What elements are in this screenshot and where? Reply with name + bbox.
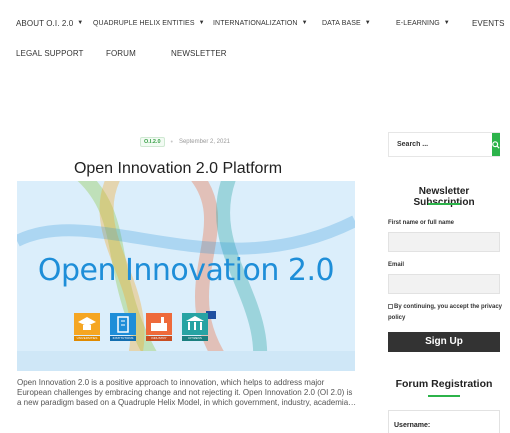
meta-separator: •	[170, 138, 173, 146]
helix-label: CITIZENS	[182, 336, 208, 341]
nav-item-about[interactable]: ABOUT O.I. 2.0 ▼	[16, 19, 83, 28]
consent-checkbox-row: By continuing, you accept the privacy po…	[388, 302, 504, 324]
university-icon: UNIVERSITIES	[74, 313, 100, 343]
nav-item-label: ABOUT O.I. 2.0	[16, 18, 74, 28]
chevron-down-icon: ▼	[364, 20, 371, 26]
name-field-label: First name or full name	[388, 220, 455, 226]
chevron-down-icon: ▼	[198, 20, 205, 26]
helix-icons-row: UNIVERSITIES INSTITUTIONS INDUSTRY CITIZ…	[74, 311, 216, 343]
featured-image[interactable]: Open Innovation 2.0 UNIVERSITIES INSTITU…	[17, 181, 355, 371]
category-badge[interactable]: O.I.2.0	[140, 137, 165, 147]
chevron-down-icon: ▼	[301, 20, 308, 26]
nav-item-label: NEWSLETTER	[171, 48, 227, 58]
citizens-icon: CITIZENS	[182, 313, 208, 343]
building-icon	[117, 316, 129, 333]
sign-up-button[interactable]: Sign Up	[388, 332, 500, 352]
nav-item-label: E-LEARNING	[396, 19, 440, 27]
government-building-icon	[186, 316, 204, 330]
forum-registration-form: Username:	[388, 410, 500, 433]
username-label: Username:	[394, 422, 431, 429]
post-meta: O.I.2.0 • September 2, 2021	[140, 137, 230, 147]
consent-checkbox[interactable]	[388, 303, 393, 309]
search-icon	[492, 140, 500, 149]
nav-item-label: QUADRUPLE HELIX ENTITIES	[93, 19, 195, 27]
search-input[interactable]	[389, 133, 492, 156]
name-field[interactable]	[388, 232, 500, 252]
factory-icon	[151, 317, 167, 331]
nav-item-newsletter[interactable]: NEWSLETTER	[171, 49, 227, 58]
nav-item-label: INTERNATIONALIZATION	[213, 19, 298, 27]
nav-item-label: DATA BASE	[322, 19, 361, 27]
nav-item-label: FORUM	[106, 48, 136, 58]
title-underline	[428, 395, 460, 397]
forum-widget-title: Forum Registration	[395, 378, 493, 390]
nav-item-elearning[interactable]: E-LEARNING ▼	[396, 20, 450, 27]
search-form	[388, 132, 500, 157]
nav-item-database[interactable]: DATA BASE ▼	[322, 20, 371, 27]
email-field[interactable]	[388, 274, 500, 294]
nav-item-label: EVENTS	[472, 18, 505, 28]
post-date[interactable]: September 2, 2021	[179, 139, 230, 145]
chevron-down-icon: ▼	[77, 20, 84, 26]
image-headline: Open Innovation 2.0	[37, 253, 335, 288]
consent-text: By continuing, you accept the privacy po…	[388, 304, 503, 321]
search-button[interactable]	[492, 133, 500, 156]
helix-label: INSTITUTIONS	[110, 336, 136, 341]
nav-item-label: LEGAL SUPPORT	[16, 48, 84, 58]
nav-item-quadruple-helix[interactable]: QUADRUPLE HELIX ENTITIES ▼	[93, 20, 205, 27]
nav-item-legal-support[interactable]: LEGAL SUPPORT	[16, 49, 84, 58]
post-title[interactable]: Open Innovation 2.0 Platform	[0, 160, 356, 178]
email-field-label: Email	[388, 262, 405, 268]
post-excerpt: Open Innovation 2.0 is a positive approa…	[17, 378, 357, 407]
institution-icon: INSTITUTIONS	[110, 313, 136, 343]
main-nav-row-1: ABOUT O.I. 2.0 ▼ QUADRUPLE HELIX ENTITIE…	[0, 17, 510, 29]
nav-item-internationalization[interactable]: INTERNATIONALIZATION ▼	[213, 20, 308, 27]
helix-label: UNIVERSITIES	[74, 336, 100, 341]
nav-item-events[interactable]: EVENTS	[472, 19, 505, 28]
helix-label: INDUSTRY	[146, 336, 172, 341]
industry-icon: INDUSTRY	[146, 313, 172, 343]
graduation-cap-icon	[78, 317, 96, 330]
main-nav-row-2: LEGAL SUPPORT FORUM NEWSLETTER	[0, 47, 510, 59]
title-underline	[428, 203, 460, 205]
nav-item-forum[interactable]: FORUM	[106, 49, 136, 58]
chevron-down-icon: ▼	[443, 20, 450, 26]
